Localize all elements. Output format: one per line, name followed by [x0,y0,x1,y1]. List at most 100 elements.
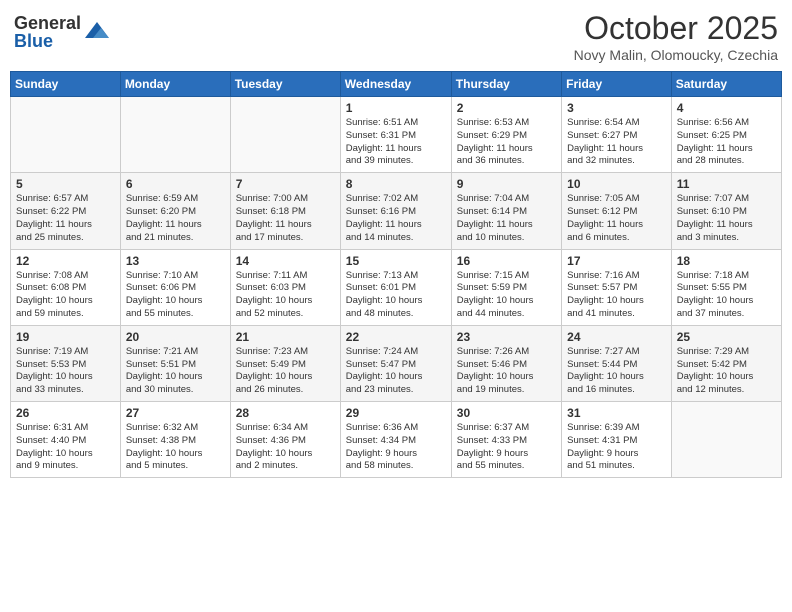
calendar-cell: 28Sunrise: 6:34 AM Sunset: 4:36 PM Dayli… [230,402,340,478]
day-info: Sunrise: 7:10 AM Sunset: 6:06 PM Dayligh… [126,270,225,321]
day-info: Sunrise: 7:13 AM Sunset: 6:01 PM Dayligh… [346,270,446,321]
day-info: Sunrise: 6:59 AM Sunset: 6:20 PM Dayligh… [126,193,225,244]
calendar-cell: 12 Sunrise: 7:08 AM Sunset: 6:08 PM Dayli… [11,249,121,325]
day-info: Sunrise: 6:53 AM Sunset: 6:29 PM Dayligh… [457,117,556,168]
day-number: 7 [236,177,335,191]
calendar-cell: 18Sunrise: 7:18 AM Sunset: 5:55 PM Dayli… [671,249,781,325]
weekday-header-monday: Monday [120,72,230,97]
day-number: 16 [457,254,556,268]
day-info: Sunrise: 7:18 AM Sunset: 5:55 PM Dayligh… [677,270,776,321]
calendar-cell: 21 Sunrise: 7:23 AM Sunset: 5:49 PM Dayli… [230,325,340,401]
calendar-cell: 15 Sunrise: 7:13 AM Sunset: 6:01 PM Dayli… [340,249,451,325]
day-number: 6 [126,177,225,191]
calendar-cell: 25Sunrise: 7:29 AM Sunset: 5:42 PM Dayli… [671,325,781,401]
day-info: Sunrise: 7:26 AM Sunset: 5:46 PM Dayligh… [457,346,556,397]
calendar-cell: 5 Sunrise: 6:57 AM Sunset: 6:22 PM Daylig… [11,173,121,249]
calendar-cell: 9 Sunrise: 7:04 AM Sunset: 6:14 PM Daylig… [451,173,561,249]
calendar-cell: 31 Sunrise: 6:39 AM Sunset: 4:31 PM Dayli… [562,402,672,478]
weekday-header-sunday: Sunday [11,72,121,97]
calendar-week-row: 19 Sunrise: 7:19 AM Sunset: 5:53 PM Dayli… [11,325,782,401]
day-number: 3 [567,101,666,115]
day-number: 10 [567,177,666,191]
calendar-cell: 13Sunrise: 7:10 AM Sunset: 6:06 PM Dayli… [120,249,230,325]
calendar-cell [671,402,781,478]
day-info: Sunrise: 7:11 AM Sunset: 6:03 PM Dayligh… [236,270,335,321]
calendar-cell: 8 Sunrise: 7:02 AM Sunset: 6:16 PM Daylig… [340,173,451,249]
day-number: 29 [346,406,446,420]
day-number: 19 [16,330,115,344]
weekday-header-tuesday: Tuesday [230,72,340,97]
logo-icon [83,18,111,46]
calendar-cell: 14 Sunrise: 7:11 AM Sunset: 6:03 PM Dayli… [230,249,340,325]
day-number: 15 [346,254,446,268]
calendar-cell: 11 Sunrise: 7:07 AM Sunset: 6:10 PM Dayli… [671,173,781,249]
day-number: 5 [16,177,115,191]
day-info: Sunrise: 6:56 AM Sunset: 6:25 PM Dayligh… [677,117,776,168]
day-number: 24 [567,330,666,344]
day-info: Sunrise: 7:15 AM Sunset: 5:59 PM Dayligh… [457,270,556,321]
day-number: 31 [567,406,666,420]
day-info: Sunrise: 7:24 AM Sunset: 5:47 PM Dayligh… [346,346,446,397]
calendar-cell: 29 Sunrise: 6:36 AM Sunset: 4:34 PM Dayli… [340,402,451,478]
day-info: Sunrise: 7:02 AM Sunset: 6:16 PM Dayligh… [346,193,446,244]
day-number: 30 [457,406,556,420]
day-number: 17 [567,254,666,268]
day-info: Sunrise: 6:37 AM Sunset: 4:33 PM Dayligh… [457,422,556,473]
day-info: Sunrise: 7:23 AM Sunset: 5:49 PM Dayligh… [236,346,335,397]
weekday-header-wednesday: Wednesday [340,72,451,97]
location: Novy Malin, Olomoucky, Czechia [574,47,778,63]
day-number: 12 [16,254,115,268]
day-number: 23 [457,330,556,344]
day-info: Sunrise: 7:27 AM Sunset: 5:44 PM Dayligh… [567,346,666,397]
day-info: Sunrise: 6:32 AM Sunset: 4:38 PM Dayligh… [126,422,225,473]
day-info: Sunrise: 6:57 AM Sunset: 6:22 PM Dayligh… [16,193,115,244]
day-number: 27 [126,406,225,420]
calendar-cell [230,97,340,173]
day-number: 9 [457,177,556,191]
calendar-cell: 26Sunrise: 6:31 AM Sunset: 4:40 PM Dayli… [11,402,121,478]
calendar-cell: 24 Sunrise: 7:27 AM Sunset: 5:44 PM Dayli… [562,325,672,401]
logo-blue: Blue [14,32,81,50]
day-number: 21 [236,330,335,344]
day-info: Sunrise: 6:54 AM Sunset: 6:27 PM Dayligh… [567,117,666,168]
calendar-cell: 7 Sunrise: 7:00 AM Sunset: 6:18 PM Daylig… [230,173,340,249]
day-number: 14 [236,254,335,268]
calendar-cell: 2 Sunrise: 6:53 AM Sunset: 6:29 PM Daylig… [451,97,561,173]
weekday-header-row: SundayMondayTuesdayWednesdayThursdayFrid… [11,72,782,97]
day-info: Sunrise: 6:39 AM Sunset: 4:31 PM Dayligh… [567,422,666,473]
day-info: Sunrise: 7:19 AM Sunset: 5:53 PM Dayligh… [16,346,115,397]
calendar-cell: 10Sunrise: 7:05 AM Sunset: 6:12 PM Dayli… [562,173,672,249]
day-info: Sunrise: 7:00 AM Sunset: 6:18 PM Dayligh… [236,193,335,244]
weekday-header-saturday: Saturday [671,72,781,97]
day-number: 22 [346,330,446,344]
day-number: 2 [457,101,556,115]
day-number: 11 [677,177,776,191]
calendar-cell: 23 Sunrise: 7:26 AM Sunset: 5:46 PM Dayli… [451,325,561,401]
calendar-week-row: 12 Sunrise: 7:08 AM Sunset: 6:08 PM Dayli… [11,249,782,325]
calendar-cell [11,97,121,173]
day-number: 26 [16,406,115,420]
calendar-week-row: 1Sunrise: 6:51 AM Sunset: 6:31 PM Daylig… [11,97,782,173]
month-title: October 2025 [574,10,778,47]
calendar-cell: 30 Sunrise: 6:37 AM Sunset: 4:33 PM Dayli… [451,402,561,478]
day-number: 28 [236,406,335,420]
calendar-cell: 27 Sunrise: 6:32 AM Sunset: 4:38 PM Dayli… [120,402,230,478]
day-info: Sunrise: 7:29 AM Sunset: 5:42 PM Dayligh… [677,346,776,397]
day-info: Sunrise: 7:08 AM Sunset: 6:08 PM Dayligh… [16,270,115,321]
day-info: Sunrise: 6:36 AM Sunset: 4:34 PM Dayligh… [346,422,446,473]
day-number: 8 [346,177,446,191]
day-info: Sunrise: 7:04 AM Sunset: 6:14 PM Dayligh… [457,193,556,244]
day-info: Sunrise: 7:07 AM Sunset: 6:10 PM Dayligh… [677,193,776,244]
calendar-cell: 3 Sunrise: 6:54 AM Sunset: 6:27 PM Daylig… [562,97,672,173]
calendar-cell: 22 Sunrise: 7:24 AM Sunset: 5:47 PM Dayli… [340,325,451,401]
calendar-cell [120,97,230,173]
day-number: 4 [677,101,776,115]
calendar-cell: 20Sunrise: 7:21 AM Sunset: 5:51 PM Dayli… [120,325,230,401]
title-block: October 2025 Novy Malin, Olomoucky, Czec… [574,10,778,63]
weekday-header-friday: Friday [562,72,672,97]
calendar-cell: 16 Sunrise: 7:15 AM Sunset: 5:59 PM Dayli… [451,249,561,325]
day-info: Sunrise: 6:51 AM Sunset: 6:31 PM Dayligh… [346,117,446,168]
calendar-week-row: 26Sunrise: 6:31 AM Sunset: 4:40 PM Dayli… [11,402,782,478]
day-info: Sunrise: 7:21 AM Sunset: 5:51 PM Dayligh… [126,346,225,397]
calendar-table: SundayMondayTuesdayWednesdayThursdayFrid… [10,71,782,478]
